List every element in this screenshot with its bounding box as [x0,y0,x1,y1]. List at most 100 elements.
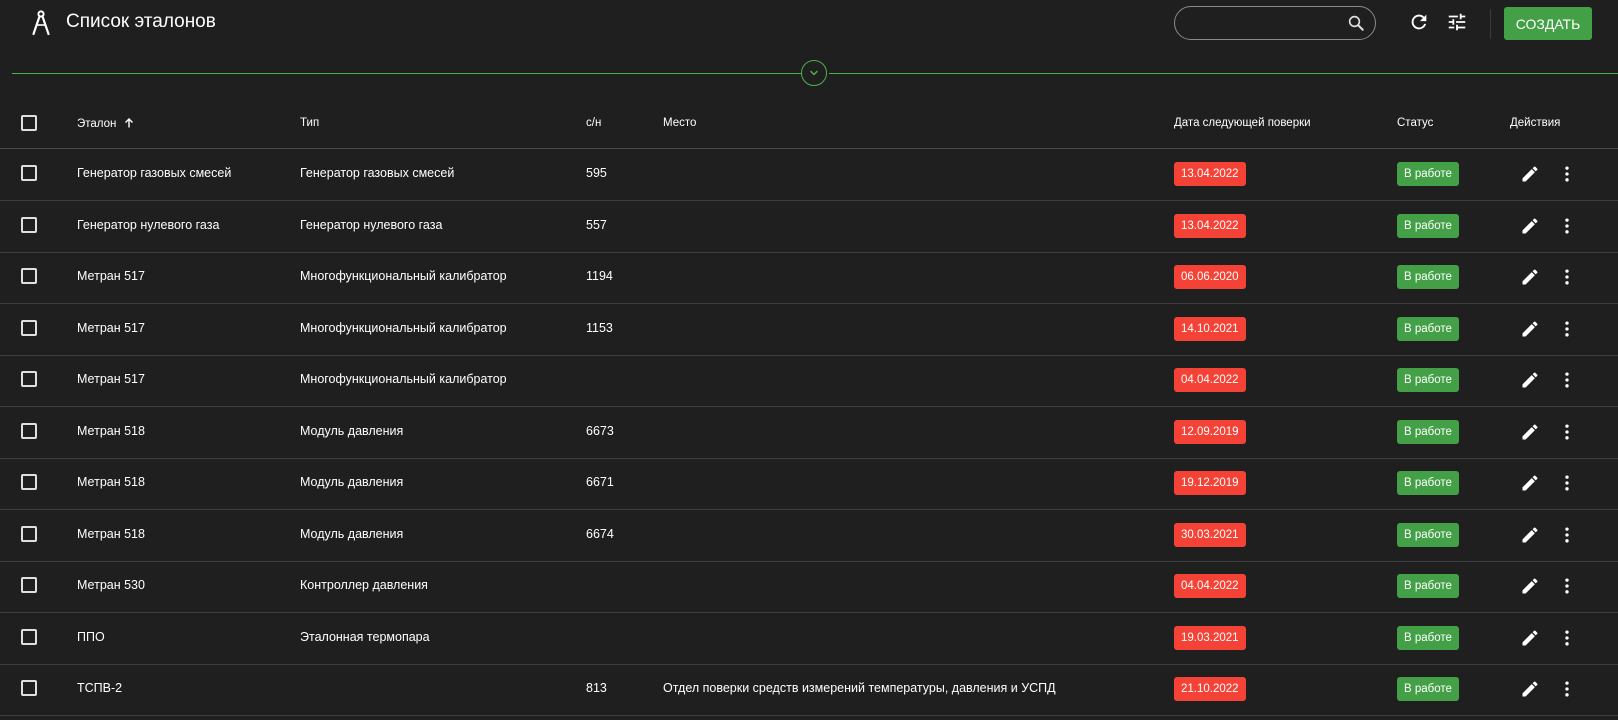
pencil-icon[interactable] [1520,370,1540,390]
row-checkbox[interactable] [21,216,37,233]
cell-standard: Метран 517 [77,372,145,386]
column-header-place[interactable]: Место [663,117,696,129]
next-check-date-badge: 12.09.2019 [1174,419,1246,444]
pencil-icon[interactable] [1520,164,1540,184]
cell-type: Многофункциональный калибратор [300,269,507,283]
more-vert-icon[interactable] [1557,422,1577,442]
arrow-up-icon [124,118,133,128]
more-vert-icon[interactable] [1557,370,1577,390]
more-vert-icon[interactable] [1557,679,1577,699]
cell-type: Эталонная термопара [300,629,430,644]
cell-serial: 595 [586,166,607,180]
cell-serial: 6673 [586,423,614,438]
more-vert-icon[interactable] [1557,319,1577,339]
status-badge: В работе [1397,265,1459,289]
cell-type: Контроллер давления [300,578,428,592]
column-header-next-check[interactable]: Дата следующей поверки [1174,117,1311,129]
next-check-date-badge: 30.03.2021 [1174,522,1246,547]
cell-standard: ТСПВ-2 [77,681,123,695]
search-box[interactable] [1174,6,1376,40]
cell-type: Многофункциональный калибратор [300,320,507,335]
more-vert-icon[interactable] [1557,525,1577,545]
more-vert-icon[interactable] [1557,473,1577,493]
next-check-date-badge: 06.06.2020 [1174,265,1246,289]
status-badge: В работе [1397,316,1459,341]
filter-divider-left [12,73,801,74]
more-vert-icon[interactable] [1557,576,1577,596]
pencil-icon[interactable] [1520,576,1540,596]
pencil-icon[interactable] [1520,216,1540,236]
tune-icon[interactable] [1446,11,1468,33]
column-header-serial[interactable]: с/н [586,117,601,129]
cell-type: Модуль давления [300,475,404,489]
pencil-icon[interactable] [1520,628,1540,648]
table-row[interactable]: Метран 530 Контроллер давления 04.04.2022 В… [0,561,1618,613]
cell-type: Генератор газовых смесей [300,166,455,180]
table-row[interactable]: Метран 517 Многофункциональный калибратор… [0,355,1618,407]
row-checkbox[interactable] [21,525,37,542]
row-checkbox[interactable] [21,268,37,284]
next-check-date-badge: 13.04.2022 [1174,162,1246,186]
next-check-date-badge: 13.04.2022 [1174,213,1246,238]
pencil-icon[interactable] [1520,525,1540,545]
next-check-date-badge: 19.12.2019 [1174,471,1246,495]
cell-standard: Метран 518 [77,526,145,541]
table-row[interactable]: Метран 518 Модуль давления 6674 30.03.2021 В… [0,510,1618,562]
cell-standard: Метран 517 [77,269,145,283]
row-checkbox[interactable] [21,474,37,490]
expand-filters-button[interactable] [801,60,827,86]
column-header-standard[interactable]: Эталон [77,117,135,130]
pencil-icon[interactable] [1520,422,1540,442]
create-button[interactable]: Создать [1504,7,1592,40]
table-row[interactable]: Метран 517 Многофункциональный калибратор… [0,252,1618,304]
status-badge: В работе [1397,368,1459,392]
search-icon[interactable] [1347,14,1365,32]
row-checkbox[interactable] [21,628,37,645]
next-check-date-badge: 21.10.2022 [1174,677,1246,701]
more-vert-icon[interactable] [1557,216,1577,236]
cell-serial: 6671 [586,475,614,489]
select-all-checkbox[interactable] [21,115,37,131]
cell-standard: Метран 518 [77,423,145,438]
pencil-icon[interactable] [1520,267,1540,287]
table-row[interactable]: Метран 518 Модуль давления 6671 19.12.2019 В… [0,458,1618,510]
row-checkbox[interactable] [21,371,37,387]
cell-serial: 557 [586,217,607,232]
cell-type: Многофункциональный калибратор [300,372,507,386]
next-check-date-badge: 14.10.2021 [1174,316,1246,341]
status-badge: В работе [1397,419,1459,444]
pencil-icon[interactable] [1520,679,1540,699]
pencil-icon[interactable] [1520,319,1540,339]
status-badge: В работе [1397,522,1459,547]
table-row[interactable]: Метран 518 Модуль давления 6673 12.09.2019 В… [0,407,1618,459]
cell-serial: 1194 [586,269,613,283]
table-row[interactable]: ТСПВ-2 813 Отдел поверки средств измерений… [0,664,1618,716]
more-vert-icon[interactable] [1557,267,1577,287]
search-input[interactable] [1189,13,1343,35]
pencil-icon[interactable] [1520,473,1540,493]
table-row[interactable]: Метран 517 Многофункциональный калибратор… [0,304,1618,356]
cell-standard: Метран 517 [77,320,145,335]
cell-standard: Генератор нулевого газа [77,217,220,232]
cell-serial: 1153 [586,320,613,335]
row-checkbox[interactable] [21,577,37,593]
column-header-status[interactable]: Статус [1397,117,1433,129]
row-checkbox[interactable] [21,165,37,181]
page-title: Список эталонов [66,11,216,32]
next-check-date-badge: 04.04.2022 [1174,574,1246,598]
column-header-type[interactable]: Тип [300,117,319,129]
column-header-actions: Действия [1510,117,1561,129]
toolbar-separator [1490,9,1491,39]
cell-place: Отдел поверки средств измерений температ… [663,681,1056,695]
refresh-icon[interactable] [1408,11,1430,33]
table-row[interactable]: ППО Эталонная термопара 19.03.2021 В работе [0,613,1618,665]
row-checkbox[interactable] [21,422,37,439]
more-vert-icon[interactable] [1557,628,1577,648]
table-row[interactable]: Генератор нулевого газа Генератор нулевог… [0,201,1618,253]
table-row[interactable]: Генератор газовых смесей Генератор газовы… [0,149,1618,201]
more-vert-icon[interactable] [1557,164,1577,184]
cell-serial: 6674 [586,526,614,541]
row-checkbox[interactable] [21,680,37,696]
row-checkbox[interactable] [21,319,37,336]
cell-standard: Генератор газовых смесей [77,166,232,180]
